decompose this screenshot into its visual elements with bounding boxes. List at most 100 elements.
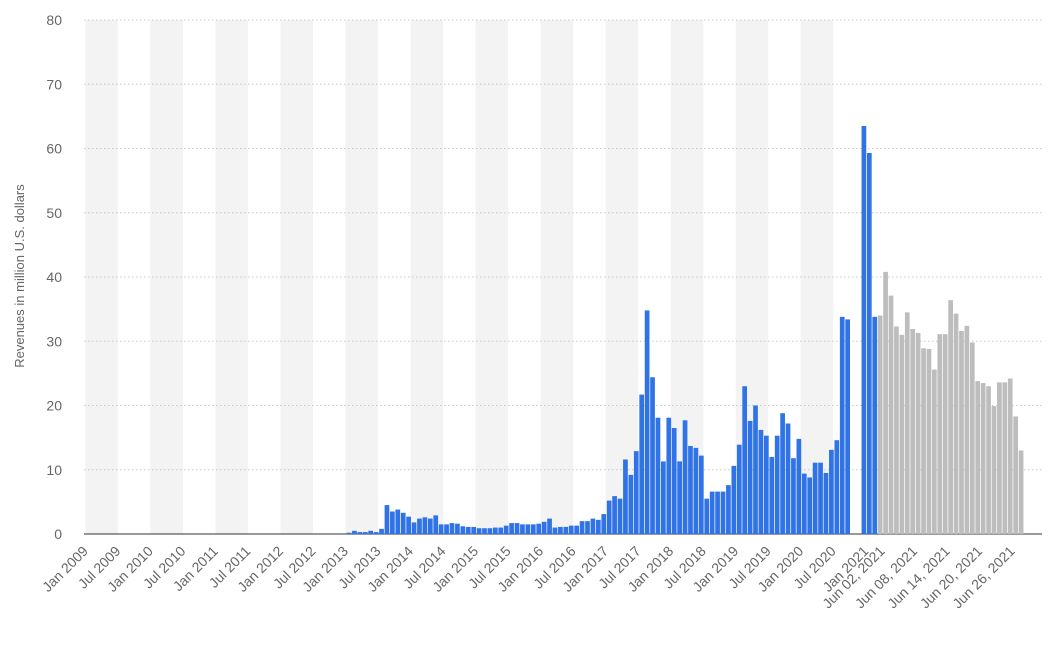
bar bbox=[975, 381, 981, 534]
bar bbox=[791, 458, 796, 534]
bar bbox=[932, 369, 937, 534]
bar bbox=[1002, 382, 1008, 534]
bar bbox=[845, 319, 850, 534]
bar bbox=[959, 330, 964, 534]
bar bbox=[910, 329, 916, 534]
bar bbox=[964, 325, 970, 534]
bar bbox=[579, 521, 585, 534]
bar bbox=[509, 523, 514, 534]
x-axis-ticks: Jan 2009Jul 2009Jan 2010Jul 2010Jan 2011… bbox=[39, 543, 1018, 612]
revenue-bar-chart: 0 10 20 30 40 50 60 70 80 Jan 2009Jul 2009Jan 20… bbox=[12, 12, 1042, 612]
bar bbox=[503, 525, 509, 534]
bar bbox=[688, 445, 693, 534]
bar bbox=[666, 417, 672, 534]
bar bbox=[390, 511, 395, 534]
bar bbox=[617, 498, 623, 534]
bar bbox=[704, 498, 710, 534]
bar bbox=[769, 456, 775, 534]
bar bbox=[476, 528, 482, 534]
bar bbox=[346, 532, 352, 534]
bar bbox=[818, 462, 823, 534]
bar bbox=[872, 316, 878, 534]
bar bbox=[866, 152, 872, 534]
bar bbox=[547, 518, 552, 534]
y-tick-label: 0 bbox=[54, 526, 62, 542]
bar bbox=[498, 527, 504, 534]
bar bbox=[742, 386, 748, 534]
bar bbox=[997, 382, 1002, 534]
bar bbox=[726, 485, 731, 534]
bar bbox=[774, 435, 780, 534]
background-band bbox=[410, 20, 444, 534]
bar bbox=[595, 519, 601, 534]
bar bbox=[671, 427, 677, 534]
bar bbox=[601, 514, 607, 534]
y-tick-label: 80 bbox=[46, 12, 62, 28]
bar bbox=[357, 532, 363, 534]
bar bbox=[991, 406, 997, 534]
bar bbox=[373, 532, 379, 534]
bar bbox=[541, 521, 547, 534]
bar bbox=[753, 405, 758, 534]
y-tick-label: 40 bbox=[46, 269, 62, 285]
bar bbox=[1013, 416, 1019, 534]
bar bbox=[530, 524, 536, 534]
bar bbox=[715, 491, 720, 534]
bar bbox=[482, 528, 487, 534]
bar bbox=[1007, 378, 1013, 534]
y-tick-label: 10 bbox=[46, 462, 62, 478]
y-axis-label: Revenues in million U.S. dollars bbox=[12, 184, 27, 368]
bar bbox=[433, 515, 439, 534]
bar bbox=[682, 420, 688, 534]
bar bbox=[422, 517, 428, 534]
bar bbox=[807, 477, 813, 534]
bar bbox=[514, 523, 520, 534]
y-tick-label: 20 bbox=[46, 398, 62, 414]
bar bbox=[747, 420, 753, 534]
bar bbox=[368, 530, 374, 534]
bar bbox=[520, 524, 525, 534]
bar bbox=[894, 326, 899, 534]
bar bbox=[661, 461, 666, 534]
bar bbox=[362, 532, 368, 534]
bar bbox=[612, 496, 617, 534]
bar bbox=[796, 438, 802, 534]
bar bbox=[644, 310, 650, 534]
bar bbox=[720, 491, 726, 534]
bar bbox=[861, 126, 867, 534]
bar bbox=[449, 523, 455, 534]
bar bbox=[785, 423, 791, 534]
bar bbox=[379, 528, 384, 534]
bar bbox=[801, 473, 807, 534]
bar bbox=[904, 312, 910, 534]
bar bbox=[471, 526, 477, 534]
bar bbox=[590, 518, 596, 534]
bar bbox=[400, 512, 406, 534]
bar bbox=[812, 462, 818, 534]
bar bbox=[395, 509, 401, 534]
bar bbox=[558, 526, 563, 534]
bar bbox=[465, 526, 471, 534]
y-axis-ticks: 0 10 20 30 40 50 60 70 80 bbox=[46, 12, 62, 542]
bar bbox=[780, 413, 785, 534]
bar bbox=[623, 459, 628, 534]
bar bbox=[493, 527, 498, 534]
bar bbox=[411, 522, 417, 534]
bar bbox=[888, 295, 894, 534]
bar bbox=[606, 500, 612, 534]
chart-container: 0 10 20 30 40 50 60 70 80 Jan 2009 Jul 2009 Jan 20… bbox=[0, 0, 1052, 651]
bar bbox=[921, 348, 926, 534]
bar bbox=[487, 528, 493, 534]
bar bbox=[568, 525, 574, 534]
bar bbox=[455, 523, 460, 534]
bar bbox=[764, 435, 769, 534]
bar bbox=[969, 342, 975, 534]
bar bbox=[948, 300, 953, 534]
bar bbox=[552, 527, 558, 534]
bar bbox=[926, 348, 932, 534]
bar bbox=[834, 440, 840, 534]
bar bbox=[937, 334, 943, 534]
y-tick-label: 70 bbox=[46, 76, 62, 92]
bar bbox=[899, 334, 905, 534]
bar bbox=[536, 523, 542, 534]
